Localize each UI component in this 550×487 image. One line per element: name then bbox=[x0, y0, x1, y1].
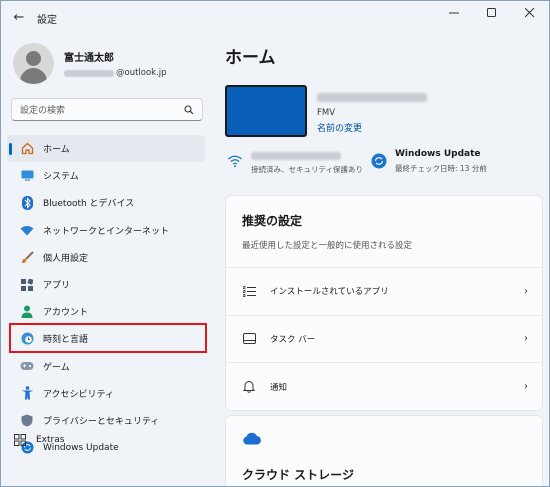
chevron-right-icon: › bbox=[524, 381, 528, 393]
main-content: ホーム FMV 名前の変更 接続済み、セキュリティ保護あり Windows Up… bbox=[213, 35, 549, 486]
bell-icon bbox=[242, 380, 256, 394]
sidebar-item-bluetooth[interactable]: Bluetooth とデバイス bbox=[7, 189, 205, 216]
sidebar-item-privacy[interactable]: プライバシーとセキュリティ bbox=[7, 407, 205, 434]
monitor-icon bbox=[20, 169, 34, 183]
sidebar-item-label: 個人用設定 bbox=[43, 253, 89, 264]
taskbar-icon bbox=[242, 332, 256, 346]
window-controls bbox=[435, 1, 549, 25]
minimize-icon[interactable] bbox=[435, 1, 473, 25]
update-subtitle: 最終チェック日時: 13 分前 bbox=[395, 164, 487, 173]
sidebar-item-home[interactable]: ホーム bbox=[7, 135, 205, 163]
sidebar-item-accessibility[interactable]: アクセシビリティ bbox=[7, 380, 205, 407]
sidebar-item-gaming[interactable]: ゲーム bbox=[7, 353, 205, 380]
wifi-icon bbox=[228, 155, 242, 168]
search-placeholder: 設定の検索 bbox=[20, 106, 66, 116]
sidebar-item-label: ネットワークとインターネット bbox=[43, 226, 170, 237]
sidebar-item-label: アクセシビリティ bbox=[43, 389, 115, 400]
email-redacted bbox=[64, 69, 114, 77]
sidebar-item-extras[interactable]: Extras bbox=[13, 433, 64, 447]
search-icon bbox=[184, 104, 194, 114]
network-icon bbox=[20, 223, 34, 237]
update-title: Windows Update bbox=[395, 149, 481, 159]
device-info: FMV 名前の変更 bbox=[317, 93, 427, 134]
account-icon bbox=[20, 305, 34, 319]
row-installed-apps[interactable]: インストールされているアプリ › bbox=[226, 268, 542, 316]
chevron-right-icon: › bbox=[524, 333, 528, 345]
sidebar-item-system[interactable]: システム bbox=[7, 162, 205, 189]
sidebar: 富士通太郎 @outlook.jp 設定の検索 ホーム システム Bluetoo… bbox=[1, 35, 213, 486]
rename-link[interactable]: 名前の変更 bbox=[317, 121, 427, 134]
profile-name: 富士通太郎 bbox=[64, 53, 114, 64]
recommended-settings-card: 推奨の設定 最近使用した設定と一般的に使用される設定 インストールされているアプ… bbox=[225, 195, 543, 411]
bluetooth-icon bbox=[20, 195, 34, 210]
apps-icon bbox=[20, 278, 34, 292]
settings-window: ← 設定 富士通太郎 @outlook.jp 設定の検索 ホーム システム Bl… bbox=[0, 0, 550, 487]
row-notifications[interactable]: 通知 › bbox=[226, 363, 542, 411]
search-input[interactable]: 設定の検索 bbox=[11, 98, 203, 121]
device-image bbox=[225, 85, 307, 137]
shield-icon bbox=[20, 413, 34, 427]
card-title: 推奨の設定 bbox=[242, 214, 303, 228]
close-icon[interactable] bbox=[511, 1, 549, 25]
wifi-name-redacted bbox=[251, 152, 341, 160]
sync-icon bbox=[371, 153, 387, 169]
chevron-right-icon: › bbox=[524, 285, 528, 297]
avatar bbox=[13, 43, 54, 84]
sidebar-item-network[interactable]: ネットワークとインターネット bbox=[7, 217, 205, 244]
extras-icon bbox=[13, 433, 27, 447]
maximize-icon[interactable] bbox=[473, 1, 511, 25]
sidebar-item-label: Bluetooth とデバイス bbox=[43, 199, 135, 210]
row-taskbar[interactable]: タスク バー › bbox=[226, 316, 542, 363]
card-subtitle: 最近使用した設定と一般的に使用される設定 bbox=[242, 241, 413, 251]
sidebar-item-apps[interactable]: アプリ bbox=[7, 271, 205, 298]
brush-icon bbox=[20, 250, 34, 264]
accessibility-icon bbox=[20, 386, 34, 400]
extras-label: Extras bbox=[36, 435, 65, 445]
sidebar-item-accounts[interactable]: アカウント bbox=[7, 298, 205, 325]
window-title: 設定 bbox=[37, 15, 57, 26]
profile[interactable]: 富士通太郎 @outlook.jp bbox=[13, 43, 167, 84]
update-status[interactable]: Windows Update 最終チェック日時: 13 分前 bbox=[371, 149, 487, 174]
cloud-storage-card[interactable]: クラウド ストレージ bbox=[225, 415, 543, 486]
sidebar-item-label: ゲーム bbox=[43, 362, 70, 373]
list-icon bbox=[242, 284, 256, 298]
highlight-box bbox=[9, 323, 207, 353]
sidebar-item-personalization[interactable]: 個人用設定 bbox=[7, 244, 205, 271]
profile-email: @outlook.jp bbox=[64, 68, 167, 78]
sidebar-item-label: ホーム bbox=[43, 145, 70, 156]
wifi-status-text: 接続済み、セキュリティ保護あり bbox=[251, 165, 364, 174]
device-model: FMV bbox=[317, 108, 336, 118]
profile-email-suffix: @outlook.jp bbox=[116, 68, 167, 78]
gamepad-icon bbox=[20, 359, 34, 373]
cloud-icon bbox=[243, 432, 261, 445]
title-bar: ← 設定 bbox=[1, 1, 549, 35]
status-row: 接続済み、セキュリティ保護あり Windows Update 最終チェック日時:… bbox=[227, 149, 547, 181]
sidebar-item-label: アプリ bbox=[43, 281, 71, 292]
row-label: インストールされているアプリ bbox=[270, 287, 389, 298]
page-title: ホーム bbox=[225, 48, 276, 68]
device-name-redacted bbox=[317, 93, 427, 102]
arrow-left-icon[interactable]: ← bbox=[11, 10, 27, 26]
sidebar-item-label: アカウント bbox=[43, 308, 89, 319]
row-label: 通知 bbox=[270, 382, 288, 393]
row-label: タスク バー bbox=[270, 334, 316, 345]
sidebar-item-label: プライバシーとセキュリティ bbox=[43, 416, 160, 427]
sidebar-item-label: システム bbox=[43, 172, 79, 183]
card-title: クラウド ストレージ bbox=[242, 468, 354, 482]
nav-list: ホーム システム Bluetooth とデバイス ネットワークとインターネット bbox=[7, 135, 205, 461]
wifi-status[interactable]: 接続済み、セキュリティ保護あり bbox=[227, 149, 363, 175]
home-icon bbox=[20, 142, 34, 156]
